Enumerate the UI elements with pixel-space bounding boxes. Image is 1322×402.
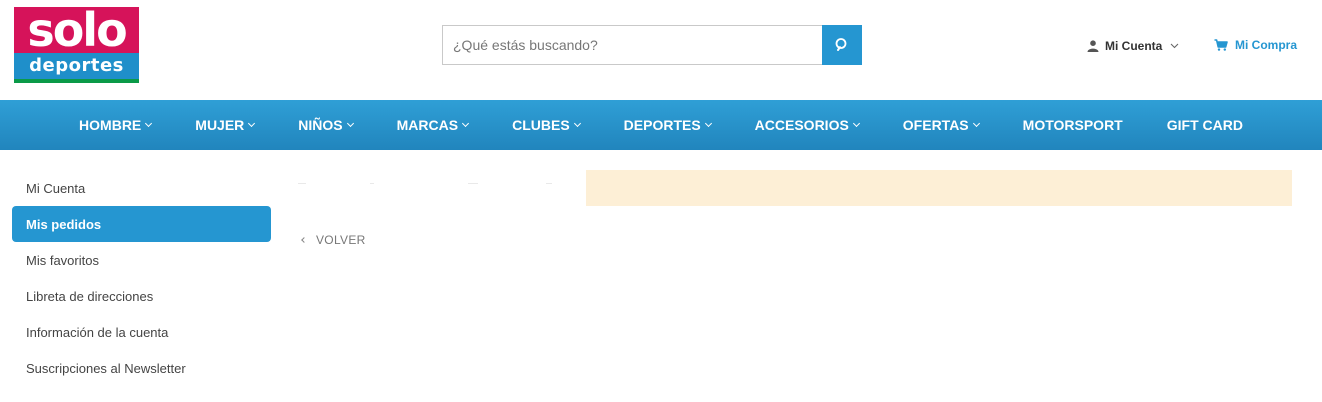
sidebar-item-mi-cuenta[interactable]: Mi Cuenta [12,170,271,206]
nav-item-marcas[interactable]: MARCAS [375,100,490,150]
nav-item-gift-card[interactable]: GIFT CARD [1145,100,1265,150]
nav-item-ninos[interactable]: NIÑOS [276,100,374,150]
nav-item-label: ACCESORIOS [754,117,849,133]
cart-icon [1214,39,1228,51]
site-header: solo deportes Mi Cuenta Mi Compra [0,0,1322,100]
main-navigation: HOMBRE MUJER NIÑOS MARCAS CLUBES DEPORTE… [0,100,1322,150]
chevron-down-icon [852,119,860,128]
chevron-down-icon [972,119,980,128]
cart-link[interactable]: Mi Compra [1214,36,1297,54]
sidebar-item-label: Información de la cuenta [26,324,169,340]
site-logo[interactable]: solo deportes [14,7,139,83]
chevron-down-icon [1170,43,1179,49]
chevron-down-icon [346,119,354,128]
sidebar-item-label: Mi Cuenta [26,180,86,196]
user-icon [1087,40,1099,52]
search-bar [442,25,862,65]
sidebar-item-mis-favoritos[interactable]: Mis favoritos [12,242,271,278]
sidebar-item-label: Mis favoritos [26,252,99,268]
chevron-down-icon [462,119,470,128]
chevron-left-icon [301,237,307,243]
sidebar-item-newsletter[interactable]: Suscripciones al Newsletter [12,350,271,386]
nav-item-label: OFERTAS [902,117,969,133]
nav-item-label: DEPORTES [623,117,701,133]
nav-item-accesorios[interactable]: ACCESORIOS [733,100,881,150]
sidebar-item-libreta-direcciones[interactable]: Libreta de direcciones [12,278,271,314]
logo-wordmark-top: solo [14,7,139,53]
account-menu[interactable]: Mi Cuenta [1087,37,1179,55]
nav-item-label: GIFT CARD [1166,117,1243,133]
sidebar-item-label: Suscripciones al Newsletter [26,360,186,376]
nav-item-label: CLUBES [512,117,570,133]
nav-item-label: MARCAS [396,117,459,133]
nav-item-label: NIÑOS [298,117,343,133]
nav-item-mujer[interactable]: MUJER [173,100,276,150]
chevron-down-icon [248,119,256,128]
account-label: Mi Cuenta [1105,39,1163,53]
sidebar-item-label: Mis pedidos [26,216,102,232]
faded-order-title [298,177,558,193]
logo-green-bar [14,79,139,83]
account-sidebar: Mi Cuenta Mis pedidos Mis favoritos Libr… [12,170,271,386]
search-input[interactable] [442,25,822,65]
back-label: VOLVER [316,233,366,247]
nav-item-deportes[interactable]: DEPORTES [602,100,733,150]
sidebar-item-informacion-cuenta[interactable]: Información de la cuenta [12,314,271,350]
nav-item-motorsport[interactable]: MOTORSPORT [1001,100,1145,150]
nav-item-label: HOMBRE [79,117,142,133]
nav-item-hombre[interactable]: HOMBRE [57,100,173,150]
chevron-down-icon [704,119,712,128]
nav-list: HOMBRE MUJER NIÑOS MARCAS CLUBES DEPORTE… [0,100,1322,150]
cart-label: Mi Compra [1235,38,1298,52]
back-button[interactable]: VOLVER [301,232,366,248]
nav-item-label: MUJER [195,117,245,133]
search-icon [835,38,847,51]
sidebar-item-mis-pedidos[interactable]: Mis pedidos [12,206,271,242]
nav-item-clubes[interactable]: CLUBES [490,100,602,150]
chevron-down-icon [145,119,153,128]
nav-item-ofertas[interactable]: OFERTAS [881,100,1001,150]
logo-wordmark-bottom: deportes [14,53,139,79]
notice-banner [586,170,1292,206]
nav-item-label: MOTORSPORT [1022,117,1123,133]
sidebar-item-label: Libreta de direcciones [26,288,154,304]
search-button[interactable] [822,25,862,65]
chevron-down-icon [573,119,581,128]
